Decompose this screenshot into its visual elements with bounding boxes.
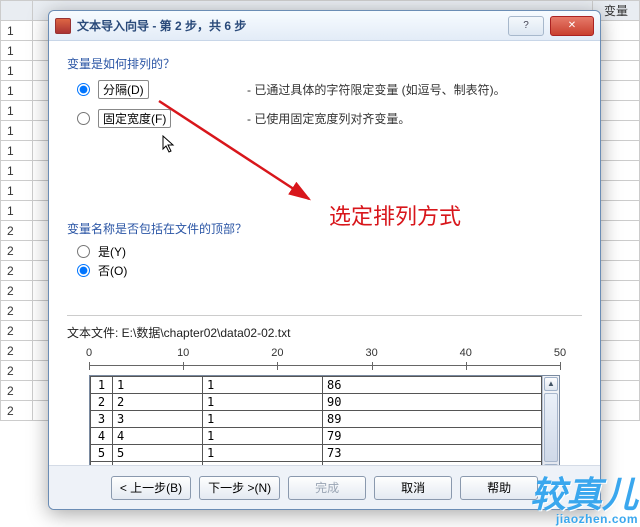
ruler-tick: 20 — [271, 347, 283, 359]
watermark-main: 较真儿 — [530, 474, 638, 515]
ruler-tick: 0 — [86, 347, 92, 359]
column-ruler: 01020304050 — [89, 347, 560, 373]
text-import-wizard-dialog: 文本导入向导 - 第 2 步，共 6 步 ? ✕ 变量是如何排列的？ 分隔(D)… — [48, 10, 601, 510]
radio-fixed-label: 固定宽度(F) — [103, 110, 166, 127]
file-path-label: 文本文件: E:\数据\chapter02\data02-02.txt — [67, 324, 582, 341]
radio-no-label: 否(O) — [98, 262, 127, 279]
radio-delimited[interactable]: 分隔(D) — [77, 80, 207, 99]
minimize-icon: ? — [523, 20, 529, 31]
sheet-row-num: 1 — [1, 81, 33, 101]
back-button[interactable]: < 上一步(B) — [111, 476, 191, 500]
sheet-row-num: 2 — [1, 301, 33, 321]
sheet-corner — [1, 1, 33, 21]
scroll-up-icon[interactable]: ▲ — [544, 377, 558, 391]
delimited-desc: - 已通过具体的字符限定变量 (如逗号、制表符)。 — [247, 81, 582, 98]
scroll-thumb[interactable] — [544, 393, 558, 462]
sheet-row-num: 1 — [1, 141, 33, 161]
help-button[interactable]: 帮助 — [460, 476, 538, 500]
radio-fixed-input[interactable] — [77, 112, 90, 125]
sheet-row-num: 1 — [1, 201, 33, 221]
radio-delimited-input[interactable] — [77, 83, 90, 96]
scroll-down-icon[interactable]: ▼ — [544, 464, 558, 465]
sheet-row-num: 1 — [1, 101, 33, 121]
sheet-row-num: 2 — [1, 341, 33, 361]
next-button[interactable]: 下一步 >(N) — [199, 476, 280, 500]
section-varnames-label: 变量名称是否包括在文件的顶部？ — [67, 220, 582, 237]
finish-button: 完成 — [288, 476, 366, 500]
table-row: 11186 — [91, 377, 542, 394]
sheet-row-num: 1 — [1, 161, 33, 181]
dialog-title: 文本导入向导 - 第 2 步，共 6 步 — [77, 17, 246, 34]
mouse-cursor-icon — [162, 135, 176, 153]
radio-fixed-width[interactable]: 固定宽度(F) — [77, 109, 207, 128]
sheet-row-num: 2 — [1, 281, 33, 301]
close-button[interactable]: ✕ — [550, 16, 594, 36]
sheet-row-num: 1 — [1, 121, 33, 141]
dialog-button-bar: < 上一步(B) 下一步 >(N) 完成 取消 帮助 — [49, 465, 600, 509]
radio-yes[interactable]: 是(Y) — [77, 243, 582, 260]
sheet-row-num: 2 — [1, 221, 33, 241]
minimize-button[interactable]: ? — [508, 16, 544, 36]
table-row: 44179 — [91, 428, 542, 445]
table-row: 33189 — [91, 411, 542, 428]
watermark: 较真儿 jiaozhen.com — [530, 477, 638, 525]
sheet-row-num: 2 — [1, 361, 33, 381]
app-icon — [55, 18, 71, 34]
titlebar[interactable]: 文本导入向导 - 第 2 步，共 6 步 ? ✕ — [49, 11, 600, 41]
ruler-tick: 40 — [460, 347, 472, 359]
table-row: 55173 — [91, 445, 542, 462]
table-row: 66191 — [91, 462, 542, 466]
ruler-tick: 50 — [554, 347, 566, 359]
close-icon: ✕ — [568, 20, 576, 31]
ruler-tick: 10 — [177, 347, 189, 359]
radio-yes-label: 是(Y) — [98, 243, 126, 260]
sheet-row-num: 2 — [1, 401, 33, 421]
radio-delimited-label: 分隔(D) — [103, 81, 144, 98]
preview-scrollbar[interactable]: ▲ ▼ — [542, 376, 559, 465]
radio-yes-input[interactable] — [77, 245, 90, 258]
ruler-tick: 30 — [365, 347, 377, 359]
sheet-row-num: 1 — [1, 181, 33, 201]
sheet-row-num: 1 — [1, 41, 33, 61]
table-row: 22190 — [91, 394, 542, 411]
sheet-row-num: 2 — [1, 321, 33, 341]
sheet-row-num: 2 — [1, 261, 33, 281]
sheet-row-num: 2 — [1, 241, 33, 261]
data-preview: 111862219033189441795517366191 ▲ ▼ — [89, 375, 560, 465]
sheet-row-num: 1 — [1, 61, 33, 81]
fixed-desc: - 已使用固定宽度列对齐变量。 — [247, 110, 582, 127]
sheet-row-num: 1 — [1, 21, 33, 41]
radio-no-input[interactable] — [77, 264, 90, 277]
cancel-button[interactable]: 取消 — [374, 476, 452, 500]
radio-no[interactable]: 否(O) — [77, 262, 582, 279]
section-arrangement-label: 变量是如何排列的？ — [67, 55, 582, 72]
sheet-row-num: 2 — [1, 381, 33, 401]
